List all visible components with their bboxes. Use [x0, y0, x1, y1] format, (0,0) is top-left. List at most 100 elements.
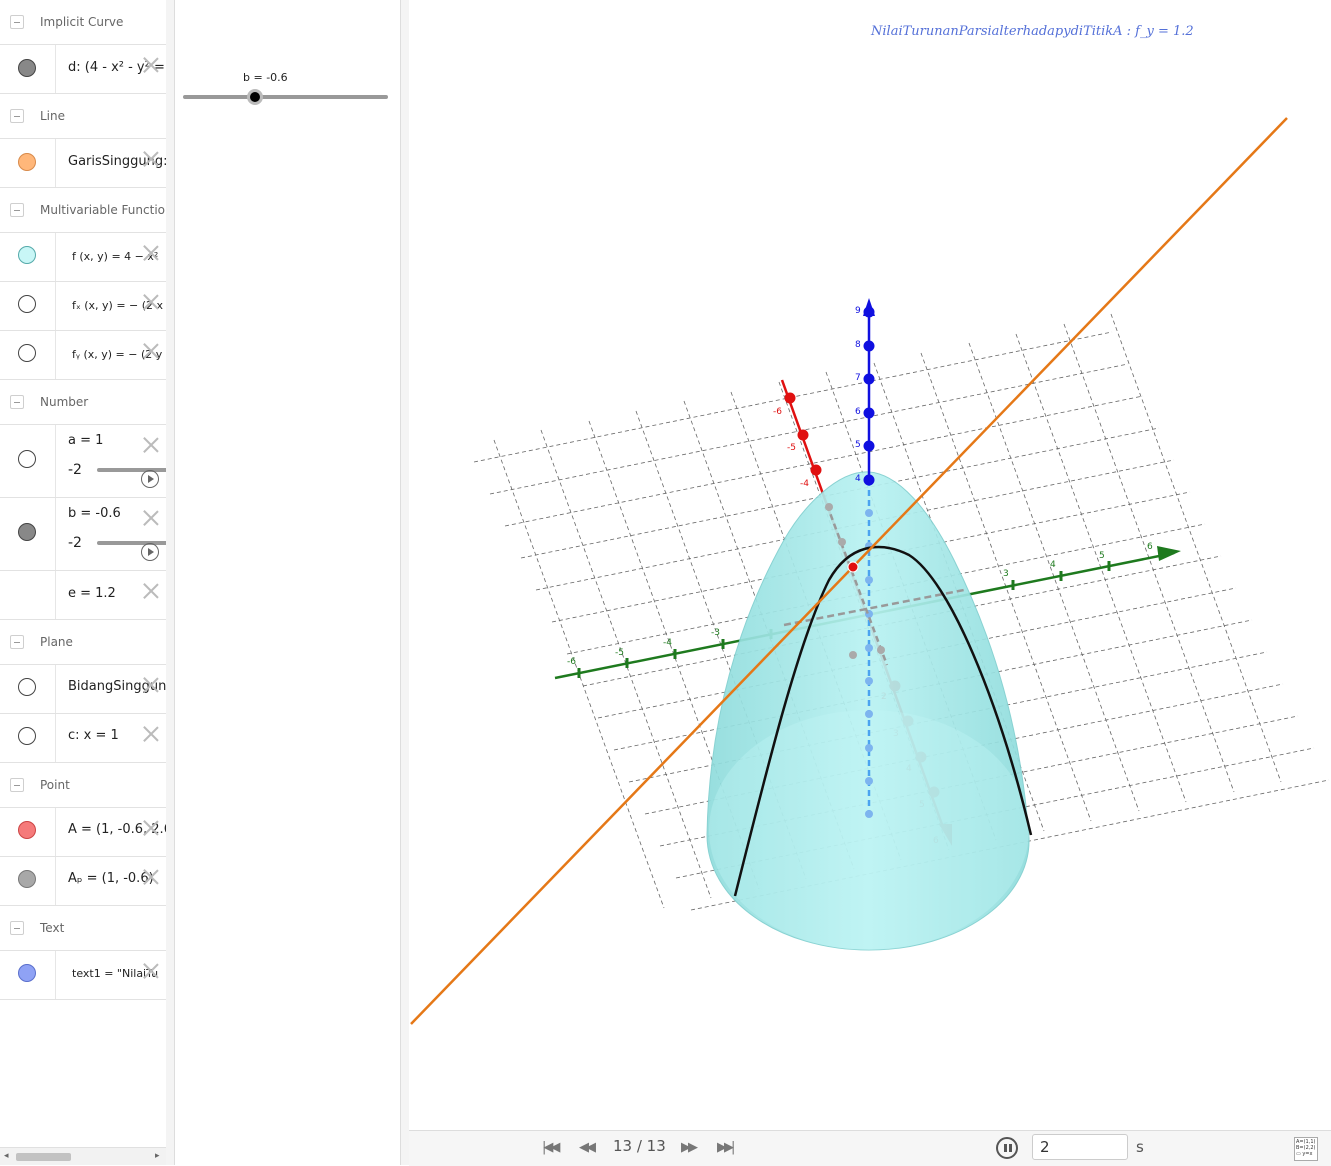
- group-header-implicit-curve[interactable]: Implicit Curve: [0, 0, 166, 45]
- y-tick-label: 5: [1099, 551, 1105, 561]
- visibility-toggle-text1[interactable]: [18, 964, 36, 982]
- group-header-number[interactable]: Number: [0, 380, 166, 425]
- algebra-item-fy[interactable]: fᵧ (x, y) = − (2 y: [0, 331, 166, 380]
- item-e-definition[interactable]: e = 1.2: [68, 586, 116, 601]
- group-label: Point: [40, 778, 70, 792]
- group-header-line[interactable]: Line: [0, 94, 166, 139]
- z-tick-label: 9: [855, 306, 861, 316]
- algebra-item-a[interactable]: a = 1 -2: [0, 425, 166, 498]
- delete-icon[interactable]: [141, 149, 161, 169]
- group-header-plane[interactable]: Plane: [0, 620, 166, 665]
- item-c-definition[interactable]: c: x = 1: [68, 728, 119, 743]
- delete-icon[interactable]: [141, 292, 161, 312]
- delete-icon[interactable]: [141, 724, 161, 744]
- step-forward-icon[interactable]: ▶▶: [681, 1140, 698, 1155]
- collapse-icon[interactable]: [10, 778, 24, 792]
- algebra-item-fx[interactable]: fₓ (x, y) = − (2 x: [0, 282, 166, 331]
- play-icon[interactable]: [141, 470, 159, 488]
- group-label: Plane: [40, 635, 73, 649]
- delete-icon[interactable]: [141, 867, 161, 887]
- 3d-scene: -6 -5 -4 -3 3 4 5 6 -6 -5 -4 2 3 4 5 6: [410, 117, 1330, 1025]
- delete-icon[interactable]: [141, 581, 161, 601]
- play-icon[interactable]: [141, 543, 159, 561]
- delete-icon[interactable]: [141, 435, 161, 455]
- group-header-text[interactable]: Text: [0, 906, 166, 951]
- y-tick-label: -5: [615, 648, 624, 658]
- collapse-icon[interactable]: [10, 921, 24, 935]
- point-A: [847, 561, 859, 573]
- algebra-item-c[interactable]: c: x = 1: [0, 714, 166, 763]
- visibility-toggle-f[interactable]: [18, 246, 36, 264]
- graphics-3d-view[interactable]: -6 -5 -4 -3 3 4 5 6 -6 -5 -4 2 3 4 5 6: [409, 0, 1331, 1130]
- z-tick-label: 8: [855, 340, 861, 350]
- collapse-icon[interactable]: [10, 635, 24, 649]
- group-header-point[interactable]: Point: [0, 763, 166, 808]
- delete-icon[interactable]: [141, 55, 161, 75]
- visibility-toggle-garissinggung[interactable]: [18, 153, 36, 171]
- z-tick-label: 6: [855, 407, 861, 417]
- z-tick-label: 7: [855, 373, 861, 383]
- group-label: Number: [40, 395, 89, 409]
- scroll-thumb[interactable]: [16, 1153, 71, 1161]
- algebra-view: Implicit Curve d: (4 - x² - y² = Line Ga…: [0, 0, 167, 1165]
- pause-icon[interactable]: [996, 1137, 1018, 1159]
- algebra-item-Ap[interactable]: Aₚ = (1, -0.6): [0, 857, 166, 906]
- group-label: Line: [40, 109, 66, 123]
- collapse-icon[interactable]: [10, 395, 24, 409]
- slider-b-min: -2: [68, 535, 82, 551]
- scroll-right-icon[interactable]: ▸: [155, 1151, 160, 1161]
- panel-divider[interactable]: [166, 0, 175, 1165]
- visibility-toggle-d[interactable]: [18, 59, 36, 77]
- algebra-item-garissinggung[interactable]: GarisSinggung: X: [0, 139, 166, 188]
- delete-icon[interactable]: [141, 675, 161, 695]
- visibility-toggle-bidangsinggung[interactable]: [18, 678, 36, 696]
- step-back-icon[interactable]: ◀◀: [579, 1140, 596, 1155]
- delete-icon[interactable]: [141, 341, 161, 361]
- derivative-text[interactable]: NilaiTurunanParsialterhadapydiTitikA : f…: [871, 24, 1194, 39]
- visibility-toggle-Ap[interactable]: [18, 870, 36, 888]
- table-view-icon[interactable]: A=(1,1) B=(2,2) ▭ y=x: [1294, 1137, 1318, 1161]
- z-tick-label: 5: [855, 440, 861, 450]
- skip-first-icon[interactable]: |◀◀: [542, 1140, 560, 1155]
- scroll-left-icon[interactable]: ◂: [4, 1151, 9, 1161]
- speed-input[interactable]: 2: [1032, 1134, 1128, 1160]
- algebra-item-text1[interactable]: text1 = "NilaiTu: [0, 951, 166, 1000]
- horizontal-scrollbar[interactable]: ◂ ▸: [0, 1147, 166, 1165]
- algebra-item-e[interactable]: e = 1.2: [0, 571, 166, 620]
- collapse-icon[interactable]: [10, 203, 24, 217]
- y-tick-label: 3: [1003, 569, 1009, 579]
- algebra-item-A[interactable]: A = (1, -0.6, 2.6: [0, 808, 166, 857]
- slider-b-label: b = -0.6: [243, 71, 288, 84]
- visibility-toggle-fy[interactable]: [18, 344, 36, 362]
- delete-icon[interactable]: [141, 508, 161, 528]
- visibility-toggle-c[interactable]: [18, 727, 36, 745]
- item-b-definition[interactable]: b = -0.6: [68, 506, 121, 521]
- slider-b-track[interactable]: [183, 95, 388, 99]
- visibility-toggle-b[interactable]: [18, 523, 36, 541]
- visibility-toggle-A[interactable]: [18, 821, 36, 839]
- skip-last-icon[interactable]: ▶▶|: [717, 1140, 735, 1155]
- x-tick-label: -4: [800, 479, 809, 489]
- slider-b-knob[interactable]: [246, 89, 263, 105]
- delete-icon[interactable]: [141, 243, 161, 263]
- algebra-item-f[interactable]: f (x, y) = 4 − x²: [0, 233, 166, 282]
- z-axis: [863, 298, 875, 486]
- collapse-icon[interactable]: [10, 15, 24, 29]
- delete-icon[interactable]: [141, 818, 161, 838]
- z-axis-labels: 4 5 6 7 8 9: [855, 306, 861, 484]
- group-header-multivariable-function[interactable]: Multivariable Function: [0, 188, 166, 233]
- algebra-item-b[interactable]: b = -0.6 -2: [0, 498, 166, 571]
- collapse-icon[interactable]: [10, 109, 24, 123]
- visibility-toggle-fx[interactable]: [18, 295, 36, 313]
- algebra-item-bidangsinggung[interactable]: BidangSinggung:: [0, 665, 166, 714]
- z-tick-label: 4: [855, 474, 861, 484]
- group-label: Implicit Curve: [40, 15, 124, 29]
- y-tick-label: 6: [1147, 542, 1153, 552]
- item-a-definition[interactable]: a = 1: [68, 433, 103, 448]
- speed-unit: s: [1136, 1138, 1144, 1156]
- visibility-toggle-a[interactable]: [18, 450, 36, 468]
- frame-counter: 13 / 13: [613, 1137, 666, 1155]
- algebra-item-d[interactable]: d: (4 - x² - y² =: [0, 45, 166, 94]
- delete-icon[interactable]: [141, 961, 161, 981]
- group-label: Text: [40, 921, 65, 935]
